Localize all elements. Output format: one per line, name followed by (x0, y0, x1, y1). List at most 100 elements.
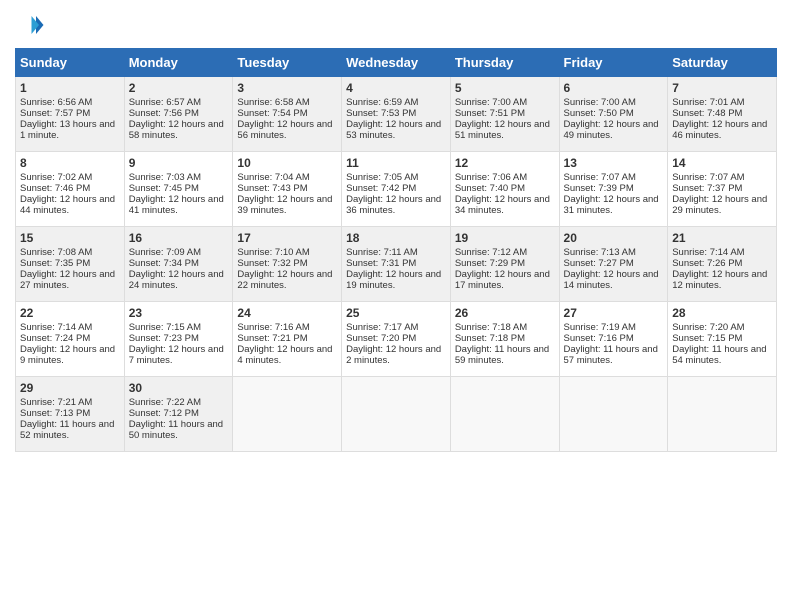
day-number: 12 (455, 156, 555, 170)
day-number: 14 (672, 156, 772, 170)
daylight-text: Daylight: 12 hours and 27 minutes. (20, 269, 115, 291)
sunrise-text: Sunrise: 7:07 AM (672, 172, 744, 183)
sunset-text: Sunset: 7:40 PM (455, 183, 525, 194)
table-row: 22Sunrise: 7:14 AMSunset: 7:24 PMDayligh… (16, 302, 125, 377)
header-day-friday: Friday (559, 49, 668, 77)
day-number: 11 (346, 156, 446, 170)
day-number: 2 (129, 81, 229, 95)
header-day-sunday: Sunday (16, 49, 125, 77)
calendar-table: SundayMondayTuesdayWednesdayThursdayFrid… (15, 48, 777, 452)
daylight-text: Daylight: 12 hours and 41 minutes. (129, 194, 224, 216)
day-number: 8 (20, 156, 120, 170)
day-number: 9 (129, 156, 229, 170)
sunrise-text: Sunrise: 7:20 AM (672, 322, 744, 333)
table-row: 7Sunrise: 7:01 AMSunset: 7:48 PMDaylight… (668, 77, 777, 152)
sunrise-text: Sunrise: 7:11 AM (346, 247, 418, 258)
daylight-text: Daylight: 12 hours and 2 minutes. (346, 344, 441, 366)
daylight-text: Daylight: 12 hours and 53 minutes. (346, 119, 441, 141)
daylight-text: Daylight: 12 hours and 34 minutes. (455, 194, 550, 216)
sunset-text: Sunset: 7:18 PM (455, 333, 525, 344)
sunset-text: Sunset: 7:46 PM (20, 183, 90, 194)
sunset-text: Sunset: 7:31 PM (346, 258, 416, 269)
sunrise-text: Sunrise: 7:17 AM (346, 322, 418, 333)
table-row: 24Sunrise: 7:16 AMSunset: 7:21 PMDayligh… (233, 302, 342, 377)
sunset-text: Sunset: 7:56 PM (129, 108, 199, 119)
table-row: 19Sunrise: 7:12 AMSunset: 7:29 PMDayligh… (450, 227, 559, 302)
daylight-text: Daylight: 12 hours and 22 minutes. (237, 269, 332, 291)
daylight-text: Daylight: 11 hours and 59 minutes. (455, 344, 549, 366)
table-row: 26Sunrise: 7:18 AMSunset: 7:18 PMDayligh… (450, 302, 559, 377)
day-number: 19 (455, 231, 555, 245)
sunset-text: Sunset: 7:35 PM (20, 258, 90, 269)
table-row: 27Sunrise: 7:19 AMSunset: 7:16 PMDayligh… (559, 302, 668, 377)
sunset-text: Sunset: 7:26 PM (672, 258, 742, 269)
logo (15, 10, 49, 40)
table-row: 13Sunrise: 7:07 AMSunset: 7:39 PMDayligh… (559, 152, 668, 227)
sunset-text: Sunset: 7:15 PM (672, 333, 742, 344)
sunrise-text: Sunrise: 7:03 AM (129, 172, 201, 183)
table-row: 10Sunrise: 7:04 AMSunset: 7:43 PMDayligh… (233, 152, 342, 227)
table-row (342, 377, 451, 452)
sunset-text: Sunset: 7:43 PM (237, 183, 307, 194)
sunrise-text: Sunrise: 7:07 AM (564, 172, 636, 183)
sunrise-text: Sunrise: 7:14 AM (20, 322, 92, 333)
sunset-text: Sunset: 7:42 PM (346, 183, 416, 194)
table-row: 11Sunrise: 7:05 AMSunset: 7:42 PMDayligh… (342, 152, 451, 227)
sunset-text: Sunset: 7:23 PM (129, 333, 199, 344)
logo-icon (15, 10, 45, 40)
daylight-text: Daylight: 12 hours and 12 minutes. (672, 269, 767, 291)
day-number: 25 (346, 306, 446, 320)
day-number: 28 (672, 306, 772, 320)
day-number: 1 (20, 81, 120, 95)
table-row: 18Sunrise: 7:11 AMSunset: 7:31 PMDayligh… (342, 227, 451, 302)
calendar-header: SundayMondayTuesdayWednesdayThursdayFrid… (16, 49, 777, 77)
table-row: 9 Sunrise: 7:03 AMSunset: 7:45 PMDaylight… (124, 152, 233, 227)
daylight-text: Daylight: 12 hours and 44 minutes. (20, 194, 115, 216)
sunrise-text: Sunrise: 7:08 AM (20, 247, 92, 258)
table-row (668, 377, 777, 452)
calendar-week-2: 8Sunrise: 7:02 AMSunset: 7:46 PMDaylight… (16, 152, 777, 227)
day-number: 10 (237, 156, 337, 170)
daylight-text: Daylight: 12 hours and 29 minutes. (672, 194, 767, 216)
sunrise-text: Sunrise: 7:16 AM (237, 322, 309, 333)
calendar-body: 1Sunrise: 6:56 AMSunset: 7:57 PMDaylight… (16, 77, 777, 452)
sunrise-text: Sunrise: 7:00 AM (564, 97, 636, 108)
day-number: 15 (20, 231, 120, 245)
sunrise-text: Sunrise: 7:05 AM (346, 172, 418, 183)
header-day-tuesday: Tuesday (233, 49, 342, 77)
sunset-text: Sunset: 7:50 PM (564, 108, 634, 119)
sunrise-text: Sunrise: 7:04 AM (237, 172, 309, 183)
day-number: 16 (129, 231, 229, 245)
table-row: 30Sunrise: 7:22 AMSunset: 7:12 PMDayligh… (124, 377, 233, 452)
day-number: 26 (455, 306, 555, 320)
sunset-text: Sunset: 7:51 PM (455, 108, 525, 119)
sunset-text: Sunset: 7:13 PM (20, 408, 90, 419)
sunrise-text: Sunrise: 7:00 AM (455, 97, 527, 108)
daylight-text: Daylight: 12 hours and 14 minutes. (564, 269, 659, 291)
daylight-text: Daylight: 12 hours and 4 minutes. (237, 344, 332, 366)
table-row: 3Sunrise: 6:58 AMSunset: 7:54 PMDaylight… (233, 77, 342, 152)
sunset-text: Sunset: 7:24 PM (20, 333, 90, 344)
sunrise-text: Sunrise: 7:14 AM (672, 247, 744, 258)
day-number: 17 (237, 231, 337, 245)
day-number: 30 (129, 381, 229, 395)
table-row (450, 377, 559, 452)
sunset-text: Sunset: 7:16 PM (564, 333, 634, 344)
day-number: 21 (672, 231, 772, 245)
calendar-week-4: 22Sunrise: 7:14 AMSunset: 7:24 PMDayligh… (16, 302, 777, 377)
sunrise-text: Sunrise: 7:10 AM (237, 247, 309, 258)
sunrise-text: Sunrise: 6:56 AM (20, 97, 92, 108)
sunset-text: Sunset: 7:12 PM (129, 408, 199, 419)
sunrise-text: Sunrise: 7:12 AM (455, 247, 527, 258)
daylight-text: Daylight: 11 hours and 50 minutes. (129, 419, 223, 441)
sunset-text: Sunset: 7:39 PM (564, 183, 634, 194)
sunset-text: Sunset: 7:53 PM (346, 108, 416, 119)
header-row-days: SundayMondayTuesdayWednesdayThursdayFrid… (16, 49, 777, 77)
daylight-text: Daylight: 11 hours and 54 minutes. (672, 344, 766, 366)
sunset-text: Sunset: 7:45 PM (129, 183, 199, 194)
day-number: 13 (564, 156, 664, 170)
header-day-wednesday: Wednesday (342, 49, 451, 77)
daylight-text: Daylight: 12 hours and 19 minutes. (346, 269, 441, 291)
sunrise-text: Sunrise: 6:59 AM (346, 97, 418, 108)
header-day-saturday: Saturday (668, 49, 777, 77)
